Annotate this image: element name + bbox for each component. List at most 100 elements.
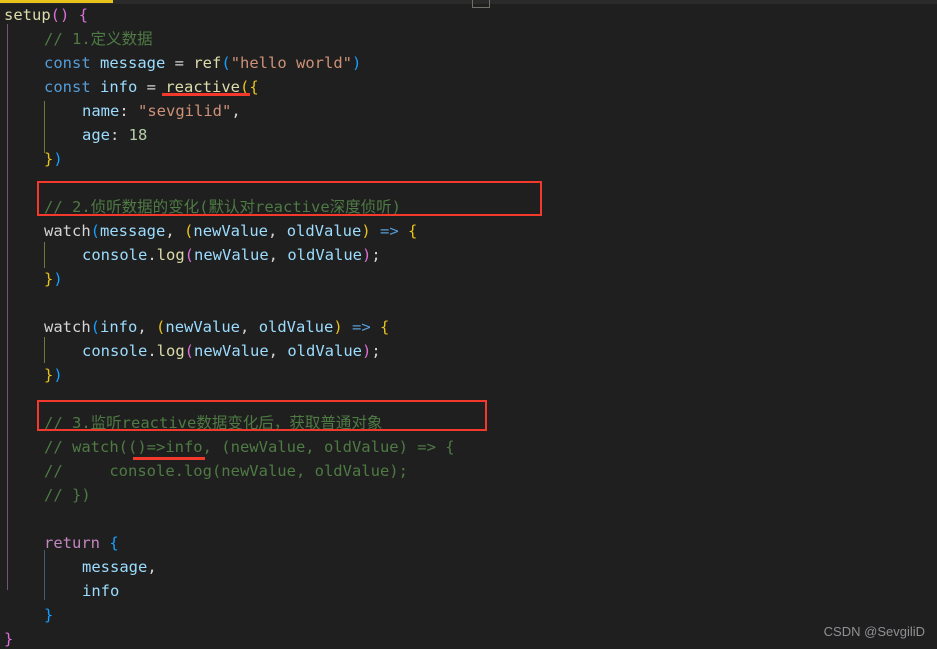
code-line-7[interactable]: }) — [44, 148, 63, 172]
token-paren-close-3: ) — [361, 222, 371, 240]
token-oldvalue-2: oldValue — [258, 318, 334, 336]
token-paren-open-4: ( — [184, 222, 194, 240]
token-paren-close: ) — [352, 54, 362, 72]
code-line-25[interactable]: info — [82, 580, 119, 604]
token-paren-open-5: ( — [184, 246, 195, 264]
token-comma-7: , — [240, 318, 259, 336]
code-line-11[interactable]: console.log(newValue, oldValue); — [82, 244, 381, 268]
token-console: console — [82, 246, 148, 264]
token-brace-close-2: } — [44, 270, 54, 288]
token-paren-open: ( — [221, 54, 231, 72]
token-18: 18 — [128, 126, 148, 144]
editor-top-strip — [0, 0, 937, 4]
token-newvalue: newValue — [193, 222, 269, 240]
token-semicolon: ; — [371, 246, 381, 264]
token-brace-open-2: { — [249, 78, 259, 96]
token-brace-close-5: } — [4, 630, 14, 648]
code-line-26[interactable]: } — [44, 604, 53, 628]
code-line-6[interactable]: age: 18 — [82, 124, 147, 148]
token-brace-open-3: { — [408, 222, 418, 240]
token-equals-2: = — [137, 78, 166, 96]
token-info-decl: info — [100, 78, 138, 96]
indent-guide-level-2-c — [44, 337, 45, 363]
code-line-5[interactable]: name: "sevgilid", — [82, 100, 241, 124]
token-paren-close-5: ) — [53, 270, 63, 288]
minimap-slider[interactable] — [472, 0, 490, 8]
code-line-14[interactable]: watch(info, (newValue, oldValue) => { — [44, 316, 389, 340]
code-line-19[interactable]: // watch(()=>info, (newValue, oldValue) … — [44, 436, 455, 460]
token-paren: () — [50, 6, 70, 24]
token-paren-close-4: ) — [362, 246, 372, 264]
code-content[interactable]: setup() { // 1.定义数据 const message = ref(… — [0, 4, 937, 649]
token-comma-5: , — [268, 246, 288, 264]
token-ref: ref — [193, 54, 222, 72]
code-line-12[interactable]: }) — [44, 268, 63, 292]
comment-watch-getter: // watch(()=>info, (newValue, oldValue) … — [44, 438, 455, 456]
token-equals: = — [165, 54, 194, 72]
token-return-message: message — [82, 558, 148, 576]
comment-close-watch: // }) — [44, 486, 91, 504]
code-line-9[interactable]: // 2.侦听数据的变化(默认对reactive深度侦听) — [44, 196, 401, 220]
token-key-age: age — [82, 126, 110, 144]
code-line-10[interactable]: watch(message, (newValue, oldValue) => { — [44, 220, 417, 244]
code-line-3[interactable]: const message = ref("hello world") — [44, 52, 361, 76]
code-line-1[interactable]: setup() { — [4, 4, 88, 28]
token-space-2 — [100, 534, 109, 552]
token-oldvalue: oldValue — [286, 222, 362, 240]
token-dot: . — [147, 246, 157, 264]
code-line-20[interactable]: // console.log(newValue, oldValue); — [44, 460, 408, 484]
token-arg-newvalue: newValue — [194, 246, 269, 264]
indent-guide-level-1 — [7, 24, 8, 590]
code-line-21[interactable]: // }) — [44, 484, 91, 508]
token-arg-info: info — [100, 318, 138, 336]
watermark-text: CSDN @SevgiliD — [823, 624, 925, 639]
token-newvalue-2: newValue — [165, 318, 241, 336]
token-comma-6: , — [137, 318, 157, 336]
code-line-24[interactable]: message, — [82, 556, 157, 580]
token-comma-4: , — [268, 222, 287, 240]
token-paren-open-7: ( — [156, 318, 166, 336]
comment-get-plain-object: // 3.监听reactive数据变化后，获取普通对象 — [44, 414, 383, 432]
token-arrow: => — [370, 222, 409, 240]
token-arrow-2: => — [342, 318, 381, 336]
code-line-2[interactable]: // 1.定义数据 — [44, 28, 153, 52]
token-brace-open-4: { — [380, 318, 390, 336]
token-brace-close-4: } — [44, 606, 54, 624]
token-paren-close-7: ) — [362, 342, 372, 360]
token-paren-close-2: ) — [53, 150, 63, 168]
token-reactive: reactive — [165, 78, 240, 96]
token-console-2: console — [82, 342, 148, 360]
token-comma: , — [231, 102, 241, 120]
token-brace-open-5: { — [109, 534, 119, 552]
token-const-2: const — [44, 78, 91, 96]
token-comma-9: , — [147, 558, 157, 576]
token-message-decl: message — [100, 54, 166, 72]
token-setup: setup — [4, 6, 51, 24]
token-sevgilid: "sevgilid" — [138, 102, 232, 120]
token-paren-open-2: ( — [240, 78, 250, 96]
indent-guide-level-2-d — [44, 550, 45, 600]
token-key-name: name — [82, 102, 120, 120]
token-paren-open-6: ( — [90, 318, 101, 336]
code-line-15[interactable]: console.log(newValue, oldValue); — [82, 340, 381, 364]
token-colon-2: : — [110, 126, 129, 144]
token-colon: : — [119, 102, 138, 120]
token-arg-oldvalue: oldValue — [287, 246, 362, 264]
token-paren-close-6: ) — [333, 318, 343, 336]
indent-guide-level-2-a — [44, 101, 45, 153]
code-editor[interactable]: setup() { // 1.定义数据 const message = ref(… — [0, 0, 937, 649]
token-log-2: log — [156, 342, 185, 360]
code-line-18[interactable]: // 3.监听reactive数据变化后，获取普通对象 — [44, 412, 382, 436]
code-line-16[interactable]: }) — [44, 364, 63, 388]
token-paren-close-8: ) — [53, 366, 63, 384]
code-line-4[interactable]: const info = reactive({ — [44, 76, 259, 100]
code-line-23[interactable]: return { — [44, 532, 119, 556]
token-brace-open: { — [78, 6, 89, 24]
comment-watch-data: // 2.侦听数据的变化(默认对reactive深度侦听) — [44, 198, 401, 216]
code-line-27[interactable]: } — [4, 628, 13, 649]
token-semicolon-2: ; — [371, 342, 381, 360]
token-arg-message: message — [100, 222, 166, 240]
token-paren-open-3: ( — [90, 222, 101, 240]
comment-define-data: // 1.定义数据 — [44, 30, 153, 48]
